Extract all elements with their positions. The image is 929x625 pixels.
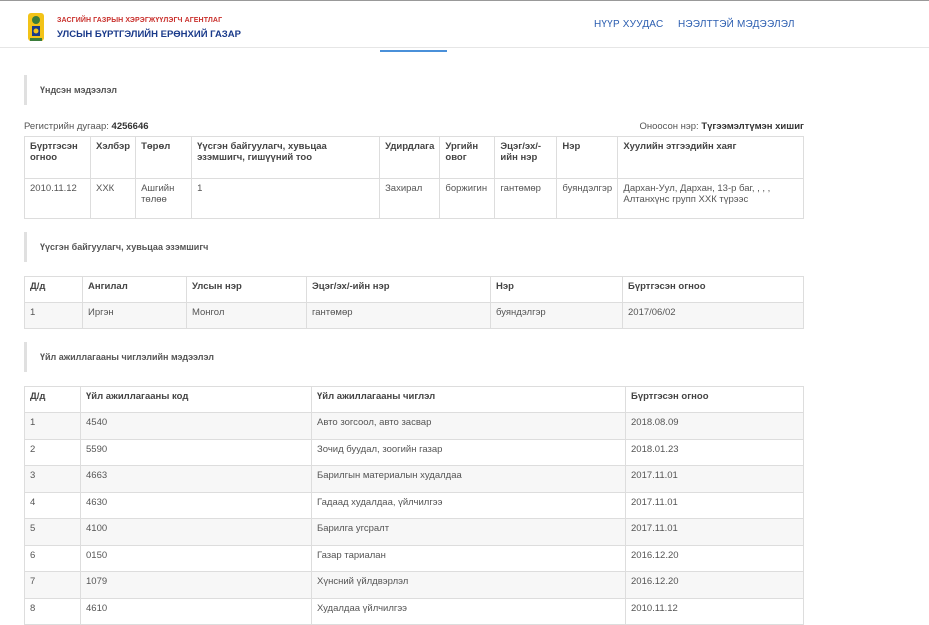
table-cell: 4 bbox=[24, 491, 81, 519]
table-cell: гантөмөр bbox=[306, 302, 491, 329]
column-header: Нэр bbox=[556, 136, 619, 179]
short-name-label: Оноосон нэр: bbox=[639, 121, 699, 132]
table-cell: Хүнсний үйлдвэрлэл bbox=[311, 571, 626, 599]
table-cell: Иргэн bbox=[82, 302, 187, 329]
table-cell: Зочид буудал, зоогийн газар bbox=[311, 438, 626, 466]
table-cell: 4540 bbox=[80, 412, 312, 440]
table-row: 5 4100 Барилга угсралт 2017.11.01 bbox=[24, 518, 804, 546]
column-header: Ургийн овог bbox=[439, 136, 496, 179]
table-cell: буяндэлгэр bbox=[490, 302, 623, 329]
table-row: 4 4630 Гадаад худалдаа, үйлчилгээ 2017.11.0… bbox=[24, 491, 804, 519]
table-cell: 6 bbox=[24, 544, 81, 572]
registration-number: Регистрийн дугаар: 4256646 bbox=[24, 121, 149, 132]
table-cell: гантөмөр bbox=[494, 178, 558, 219]
table-cell: 1 bbox=[191, 178, 381, 219]
table-cell: Захирал bbox=[379, 178, 441, 219]
founders-table: Д/д Ангилал Улсын нэр Эцэг/эх/-ийн нэр Н… bbox=[24, 276, 804, 329]
basic-info-section-title: Үндсэн мэдээлэл bbox=[24, 75, 117, 105]
table-cell: 8 bbox=[24, 597, 81, 625]
table-cell: 1 bbox=[24, 412, 81, 440]
column-header: Д/д bbox=[24, 276, 83, 303]
column-header: Үйл ажиллагааны код bbox=[80, 386, 312, 413]
founders-header-row: Д/д Ангилал Улсын нэр Эцэг/эх/-ийн нэр Н… bbox=[24, 276, 804, 303]
table-cell: 2017/06/02 bbox=[622, 302, 804, 329]
table-cell: 3 bbox=[24, 465, 81, 493]
column-header: Бүртгэсэн огноо bbox=[625, 386, 804, 413]
column-header: Үүсгэн байгуулагч, хувьцаа эзэмшигч, гиш… bbox=[191, 136, 381, 179]
table-cell: Дархан-Уул, Дархан, 13-р баг, , , , Алта… bbox=[617, 178, 804, 219]
table-cell: Барилга угсралт bbox=[311, 518, 626, 546]
table-cell: 2010.11.12 bbox=[24, 178, 91, 219]
column-header: Эцэг/эх/-ийн нэр bbox=[306, 276, 491, 303]
column-header: Улсын нэр bbox=[186, 276, 307, 303]
activities-table: Д/д Үйл ажиллагааны код Үйл ажиллагааны … bbox=[24, 386, 804, 625]
table-cell: буяндэлгэр bbox=[556, 178, 619, 219]
activities-section-title: Үйл ажиллагааны чиглэлийн мэдээлэл bbox=[24, 342, 214, 372]
table-cell: Авто зогсоол, авто засвар bbox=[311, 412, 626, 440]
table-row: 8 4610 Худалдаа үйлчилгээ 2010.11.12 bbox=[24, 597, 804, 625]
basic-info-table: Бүртгэсэн огноо Хэлбэр Төрөл Үүсгэн байг… bbox=[24, 136, 804, 219]
column-header: Төрөл bbox=[135, 136, 193, 179]
table-cell: 2016.12.20 bbox=[625, 571, 804, 599]
site-header: ЗАСГИЙН ГАЗРЫН ХЭРЭГЖҮҮЛЭГЧ АГЕНТЛАГ УЛС… bbox=[0, 0, 929, 48]
column-header: Ангилал bbox=[82, 276, 187, 303]
table-row: 2 5590 Зочид буудал, зоогийн газар 2018.01.… bbox=[24, 438, 804, 466]
nav-open-info-link[interactable]: НЭЭЛТТЭЙ МЭДЭЭЛЭЛ bbox=[678, 19, 795, 30]
organization-name[interactable]: УЛСЫН БҮРТГЭЛИЙН ЕРӨНХИЙ ГАЗАР bbox=[57, 29, 241, 40]
table-cell: 2017.11.01 bbox=[625, 491, 804, 519]
table-cell: 2018.01.23 bbox=[625, 438, 804, 466]
table-cell: Газар тариалан bbox=[311, 544, 626, 572]
registration-number-label: Регистрийн дугаар: bbox=[24, 121, 109, 132]
table-cell: 2010.11.12 bbox=[625, 597, 804, 625]
short-name: Оноосон нэр: Түгээмэлтүмэн хишиг bbox=[639, 121, 804, 132]
table-cell: Гадаад худалдаа, үйлчилгээ bbox=[311, 491, 626, 519]
table-cell: 2016.12.20 bbox=[625, 544, 804, 572]
active-nav-indicator bbox=[380, 50, 447, 52]
table-cell: боржигин bbox=[439, 178, 496, 219]
table-row: 1 4540 Авто зогсоол, авто засвар 2018.08.09 bbox=[24, 412, 804, 440]
short-name-value: Түгээмэлтүмэн хишиг bbox=[701, 121, 804, 132]
column-header: Үйл ажиллагааны чиглэл bbox=[311, 386, 626, 413]
table-cell: Барилгын материалын худалдаа bbox=[311, 465, 626, 493]
table-cell: 0150 bbox=[80, 544, 312, 572]
table-row: 7 1079 Хүнсний үйлдвэрлэл 2016.12.20 bbox=[24, 571, 804, 599]
table-cell: Монгол bbox=[186, 302, 307, 329]
column-header: Нэр bbox=[490, 276, 623, 303]
column-header: Д/д bbox=[24, 386, 81, 413]
column-header: Удирдлага bbox=[379, 136, 441, 179]
table-row: 1 Иргэн Монгол гантөмөр буяндэлгэр 2017/… bbox=[24, 302, 804, 329]
table-cell: 2018.08.09 bbox=[625, 412, 804, 440]
table-cell: 4630 bbox=[80, 491, 312, 519]
activities-header-row: Д/д Үйл ажиллагааны код Үйл ажиллагааны … bbox=[24, 386, 804, 413]
column-header: Бүртгэсэн огноо bbox=[622, 276, 804, 303]
basic-info-header-row: Бүртгэсэн огноо Хэлбэр Төрөл Үүсгэн байг… bbox=[24, 136, 804, 179]
column-header: Бүртгэсэн огноо bbox=[24, 136, 91, 179]
table-cell: ХХК bbox=[89, 178, 137, 219]
table-cell: 2 bbox=[24, 438, 81, 466]
table-cell: 5590 bbox=[80, 438, 312, 466]
soyombo-emblem-icon[interactable] bbox=[26, 10, 46, 44]
founders-section-title: Үүсгэн байгуулагч, хувьцаа эзэмшигч bbox=[24, 232, 208, 262]
registration-number-value: 4256646 bbox=[111, 121, 149, 132]
table-cell: 1 bbox=[24, 302, 83, 329]
column-header: Эцэг/эх/-ийн нэр bbox=[494, 136, 558, 179]
column-header: Хуулийн этгээдийн хаяг bbox=[617, 136, 804, 179]
column-header: Хэлбэр bbox=[89, 136, 137, 179]
table-row: 6 0150 Газар тариалан 2016.12.20 bbox=[24, 544, 804, 572]
table-cell: 4663 bbox=[80, 465, 312, 493]
table-cell: 2017.11.01 bbox=[625, 465, 804, 493]
table-cell: 1079 bbox=[80, 571, 312, 599]
table-cell: 4610 bbox=[80, 597, 312, 625]
nav-home-link[interactable]: НҮҮР ХУУДАС bbox=[594, 19, 663, 30]
table-cell: 4100 bbox=[80, 518, 312, 546]
table-cell: Худалдаа үйлчилгээ bbox=[311, 597, 626, 625]
table-cell: Ашгийн төлөө bbox=[135, 178, 193, 219]
table-row: 3 4663 Барилгын материалын худалдаа 2017.11… bbox=[24, 465, 804, 493]
table-cell: 5 bbox=[24, 518, 81, 546]
table-cell: 7 bbox=[24, 571, 81, 599]
table-cell: 2017.11.01 bbox=[625, 518, 804, 546]
agency-name: ЗАСГИЙН ГАЗРЫН ХЭРЭГЖҮҮЛЭГЧ АГЕНТЛАГ bbox=[57, 17, 223, 24]
table-row: 2010.11.12 ХХК Ашгийн төлөө 1 Захирал бо… bbox=[24, 178, 804, 219]
